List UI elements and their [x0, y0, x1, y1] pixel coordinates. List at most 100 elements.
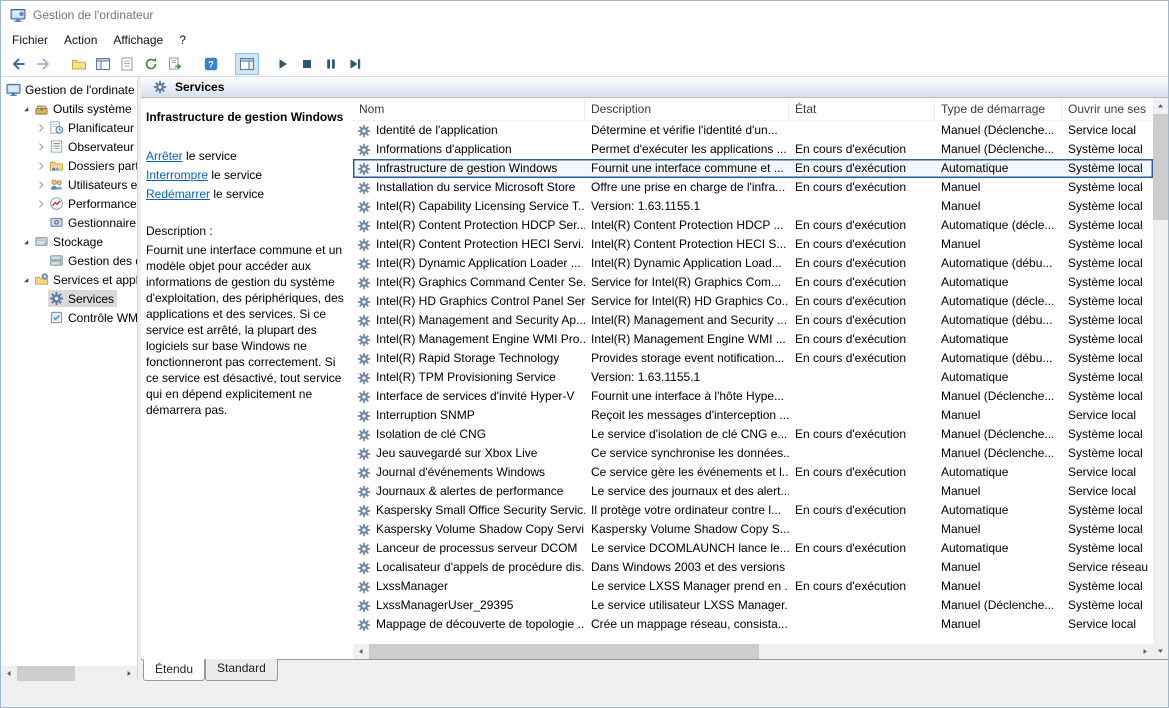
service-row[interactable]: Intel(R) HD Graphics Control Panel Ser..… [353, 292, 1153, 311]
expand-arrow-icon[interactable] [35, 179, 47, 191]
service-logon-as: Système local [1062, 235, 1153, 254]
tree-item-gestionnaire[interactable]: Gestionnaire [1, 213, 137, 232]
service-row[interactable]: Intel(R) Content Protection HECI Servi..… [353, 235, 1153, 254]
properties-button[interactable] [115, 53, 139, 75]
collapse-arrow-icon[interactable] [20, 236, 32, 248]
expand-arrow-icon[interactable] [35, 141, 47, 153]
table-hscroll-thumb[interactable] [369, 644, 759, 659]
service-row[interactable]: Intel(R) Content Protection HDCP Ser...I… [353, 216, 1153, 235]
tree-item-outils-syst-me[interactable]: Outils système [1, 99, 137, 118]
service-row[interactable]: Isolation de clé CNGLe service d'isolati… [353, 425, 1153, 444]
menu-item-help[interactable]: ? [171, 30, 194, 50]
service-startup-type: Automatique (débu... [935, 254, 1062, 273]
service-row[interactable]: Kaspersky Volume Shadow Copy Servi...Kas… [353, 520, 1153, 539]
service-row[interactable]: Intel(R) Management and Security Ap...In… [353, 311, 1153, 330]
table-vscroll-thumb[interactable] [1153, 114, 1168, 220]
service-row[interactable]: Intel(R) Graphics Command Center Se...Se… [353, 273, 1153, 292]
tree-item-gestion-des-d[interactable]: Gestion des d [1, 251, 137, 270]
service-gear-icon [357, 618, 371, 632]
service-gear-icon [357, 333, 371, 347]
title-bar[interactable]: Gestion de l'ordinateur [1, 1, 1168, 29]
expand-arrow-icon[interactable] [35, 198, 47, 210]
tree-item-planificateur[interactable]: Planificateur [1, 118, 137, 137]
service-row[interactable]: Intel(R) Management Engine WMI Pro...Int… [353, 330, 1153, 349]
help-button[interactable]: ? [199, 53, 223, 75]
scroll-right-arrow-icon[interactable] [122, 666, 137, 681]
service-row[interactable]: Intel(R) Rapid Storage TechnologyProvide… [353, 349, 1153, 368]
service-row[interactable]: Localisateur d'appels de procédure dis..… [353, 558, 1153, 577]
tree-item-performance[interactable]: Performance [1, 194, 137, 213]
show-action-pane-button[interactable] [235, 53, 259, 75]
tree-item-services[interactable]: Services [1, 289, 137, 308]
service-row[interactable]: Informations d'applicationPermet d'exécu… [353, 140, 1153, 159]
table-vertical-scrollbar[interactable] [1153, 98, 1168, 659]
action-link-red-marrer[interactable]: Redémarrer [146, 187, 210, 201]
service-row[interactable]: Lanceur de processus serveur DCOMLe serv… [353, 539, 1153, 558]
service-row[interactable]: Kaspersky Small Office Security Servic..… [353, 501, 1153, 520]
service-action-line: Interrompre le service [146, 167, 345, 183]
shared-folders-icon [49, 158, 64, 173]
tree-horizontal-scrollbar[interactable] [1, 666, 137, 681]
column-header-type-de-d-marrage[interactable]: Type de démarrage [935, 98, 1062, 120]
menu-item-affichage[interactable]: Affichage [105, 30, 171, 50]
column-header-ouvrir-une-ses[interactable]: Ouvrir une ses [1062, 98, 1153, 120]
tree-hscroll-thumb[interactable] [17, 666, 75, 681]
tree-item-gestion-de-l-ordinate[interactable]: Gestion de l'ordinate [1, 80, 137, 99]
action-link-arr-ter[interactable]: Arrêter [146, 149, 183, 163]
service-row[interactable]: Installation du service Microsoft StoreO… [353, 178, 1153, 197]
menu-item-fichier[interactable]: Fichier [4, 30, 56, 50]
service-startup-type: Automatique [935, 501, 1062, 520]
stop-service-button[interactable] [295, 53, 319, 75]
tab-standard[interactable]: Standard [205, 659, 278, 681]
service-row[interactable]: Interface de services d'invité Hyper-VFo… [353, 387, 1153, 406]
column-header-description[interactable]: Description [585, 98, 789, 120]
pause-service-button[interactable] [319, 53, 343, 75]
collapse-arrow-icon[interactable] [20, 103, 32, 115]
service-row[interactable]: Jeu sauvegardé sur Xbox LiveCe service s… [353, 444, 1153, 463]
tree-item-observateur[interactable]: Observateur [1, 137, 137, 156]
service-row[interactable]: Journaux & alertes de performanceLe serv… [353, 482, 1153, 501]
back-button[interactable] [7, 53, 31, 75]
forward-button[interactable] [31, 53, 55, 75]
table-horizontal-scrollbar[interactable] [353, 644, 1153, 659]
start-service-button[interactable] [271, 53, 295, 75]
tab-tendu[interactable]: Étendu [143, 659, 205, 681]
service-gear-icon [357, 162, 371, 176]
tree-item-services-et-appli[interactable]: Services et appli [1, 270, 137, 289]
menu-item-action[interactable]: Action [56, 30, 105, 50]
service-row[interactable]: Intel(R) Dynamic Application Loader ...I… [353, 254, 1153, 273]
expand-arrow-icon[interactable] [35, 160, 47, 172]
tree-item-content: Utilisateurs e [48, 176, 137, 193]
service-state [789, 368, 935, 387]
show-console-tree-button[interactable] [91, 53, 115, 75]
service-row[interactable]: Interruption SNMPReçoit les messages d'i… [353, 406, 1153, 425]
action-link-interrompre[interactable]: Interrompre [146, 168, 208, 182]
column-header-nom[interactable]: Nom [353, 98, 585, 120]
service-row[interactable]: Infrastructure de gestion WindowsFournit… [353, 159, 1153, 178]
refresh-button[interactable] [139, 53, 163, 75]
export-list-button[interactable] [163, 53, 187, 75]
service-row[interactable]: Intel(R) TPM Provisioning ServiceVersion… [353, 368, 1153, 387]
service-row[interactable]: Intel(R) Capability Licensing Service T.… [353, 197, 1153, 216]
up-level-button[interactable] [67, 53, 91, 75]
expand-arrow-icon[interactable] [35, 122, 47, 134]
scroll-down-arrow-icon[interactable] [1153, 644, 1168, 659]
service-row[interactable]: LxssManagerUser_29395Le service utilisat… [353, 596, 1153, 615]
restart-service-button[interactable] [343, 53, 367, 75]
tree-item-utilisateurs-e[interactable]: Utilisateurs e [1, 175, 137, 194]
collapse-arrow-icon[interactable] [20, 274, 32, 286]
column-header-tat[interactable]: État [789, 98, 935, 120]
tree-item-stockage[interactable]: Stockage [1, 232, 137, 251]
service-row[interactable]: Mappage de découverte de topologie ...Cr… [353, 615, 1153, 634]
service-state: En cours d'exécution [789, 178, 935, 197]
service-row[interactable]: Identité de l'applicationDétermine et vé… [353, 121, 1153, 140]
tree-item-dossiers-part[interactable]: Dossiers part [1, 156, 137, 175]
service-row[interactable]: Journal d'événements WindowsCe service g… [353, 463, 1153, 482]
scroll-up-arrow-icon[interactable] [1153, 98, 1168, 113]
scroll-left-arrow-icon[interactable] [1, 666, 16, 681]
service-row[interactable]: LxssManagerLe service LXSS Manager prend… [353, 577, 1153, 596]
service-logon-as: Système local [1062, 444, 1153, 463]
tree-item-contr-le-wm[interactable]: Contrôle WM [1, 308, 137, 327]
scroll-right-arrow-icon[interactable] [1138, 644, 1153, 659]
scroll-left-arrow-icon[interactable] [353, 644, 368, 659]
